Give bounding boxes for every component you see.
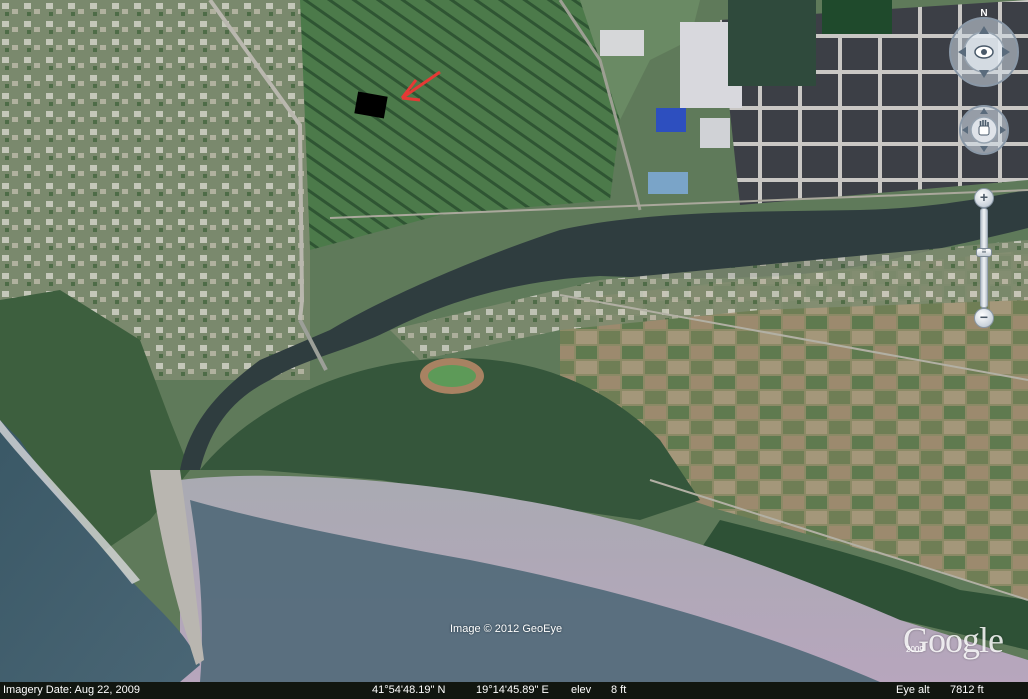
longitude-readout: 19°14'45.89" E: [476, 684, 549, 696]
map-viewport[interactable]: N + ≡ − Image © 2012 GeoEye Google 2009: [0, 0, 1028, 699]
zoom-track[interactable]: [980, 208, 988, 308]
zoom-slider[interactable]: + ≡ −: [974, 188, 994, 330]
image-credit: Image © 2012 GeoEye: [450, 623, 563, 635]
zoom-in-button[interactable]: +: [974, 188, 994, 208]
eye-altitude-label: Eye alt: [896, 684, 930, 696]
zoom-thumb[interactable]: ≡: [976, 247, 992, 257]
latitude-readout: 41°54'48.19" N: [372, 684, 446, 696]
navigation-ring[interactable]: [946, 14, 1022, 90]
elevation-value: 8 ft: [611, 684, 627, 696]
logo-year: 2009: [906, 645, 924, 654]
eye-altitude-value: 7812 ft: [950, 684, 984, 696]
satellite-imagery[interactable]: [0, 0, 1028, 699]
north-indicator[interactable]: N: [976, 7, 992, 21]
zoom-out-button[interactable]: −: [974, 308, 994, 328]
imagery-date: Imagery Date: Aug 22, 2009: [3, 684, 140, 696]
status-bar: Imagery Date: Aug 22, 2009 41°54'48.19" …: [0, 682, 1028, 699]
google-logo: Google: [903, 620, 1004, 660]
move-control[interactable]: [958, 104, 1010, 156]
elevation-label: elev: [571, 684, 592, 696]
